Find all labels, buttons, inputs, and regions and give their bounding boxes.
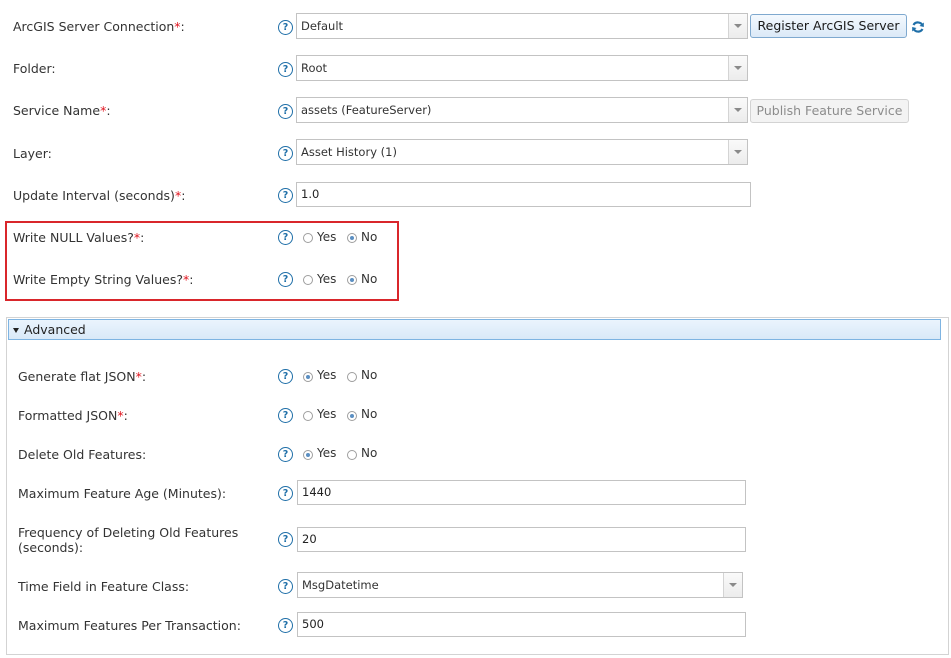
publish-feature-service-button[interactable]: Publish Feature Service	[750, 99, 909, 123]
register-arcgis-server-button[interactable]: Register ArcGIS Server	[750, 14, 907, 38]
max-per-transaction-input[interactable]: 500	[297, 612, 746, 637]
flat-json-no-radio[interactable]	[347, 372, 357, 382]
write-empty-yes-label: Yes	[317, 272, 337, 286]
folder-select[interactable]: Root	[296, 55, 748, 81]
layer-select[interactable]: Asset History (1)	[296, 139, 748, 165]
help-icon[interactable]: ?	[278, 20, 293, 35]
write-null-label: Write NULL Values?*:	[13, 230, 145, 245]
write-empty-no-radio[interactable]	[347, 275, 357, 285]
refresh-icon[interactable]	[911, 20, 925, 34]
formatted-json-label: Formatted JSON*:	[18, 408, 128, 423]
formatted-json-yes-label: Yes	[317, 407, 337, 421]
help-icon[interactable]: ?	[278, 579, 293, 594]
help-icon[interactable]: ?	[278, 62, 293, 77]
flat-json-yes-label: Yes	[317, 368, 337, 382]
update-interval-label: Update Interval (seconds)*:	[13, 188, 186, 203]
help-icon[interactable]: ?	[278, 272, 293, 287]
delete-old-yes-radio[interactable]	[303, 450, 313, 460]
advanced-section-header[interactable]: Advanced	[8, 319, 941, 340]
write-null-yes-radio[interactable]	[303, 233, 313, 243]
advanced-title: Advanced	[24, 322, 86, 337]
help-icon[interactable]: ?	[278, 146, 293, 161]
time-field-label: Time Field in Feature Class:	[18, 579, 190, 594]
help-icon[interactable]: ?	[278, 618, 293, 633]
formatted-json-yes-radio[interactable]	[303, 411, 313, 421]
time-field-select[interactable]: MsgDatetime	[297, 572, 743, 598]
chevron-down-icon[interactable]	[728, 140, 747, 164]
flat-json-yes-radio[interactable]	[303, 372, 313, 382]
write-null-no-radio[interactable]	[347, 233, 357, 243]
chevron-down-icon[interactable]	[728, 14, 747, 38]
help-icon[interactable]: ?	[278, 408, 293, 423]
help-icon[interactable]: ?	[278, 486, 293, 501]
write-empty-no-label: No	[361, 272, 378, 286]
folder-label: Folder:	[13, 61, 56, 76]
formatted-json-no-label: No	[361, 407, 378, 421]
delete-frequency-label-line1: Frequency of Deleting Old Features	[18, 525, 239, 540]
help-icon[interactable]: ?	[278, 104, 293, 119]
help-icon[interactable]: ?	[278, 188, 293, 203]
server-connection-select[interactable]: Default	[296, 13, 748, 39]
help-icon[interactable]: ?	[278, 369, 293, 384]
write-null-no-label: No	[361, 230, 378, 244]
chevron-down-icon[interactable]	[728, 56, 747, 80]
chevron-down-icon[interactable]	[728, 98, 747, 122]
flat-json-label: Generate flat JSON*:	[18, 369, 147, 384]
delete-frequency-label-line2: (seconds):	[18, 540, 84, 555]
formatted-json-no-radio[interactable]	[347, 411, 357, 421]
help-icon[interactable]: ?	[278, 532, 293, 547]
write-empty-label: Write Empty String Values?*:	[13, 272, 194, 287]
update-interval-input[interactable]: 1.0	[296, 182, 751, 207]
server-connection-label: ArcGIS Server Connection*:	[13, 19, 185, 34]
help-icon[interactable]: ?	[278, 447, 293, 462]
delete-old-yes-label: Yes	[317, 446, 337, 460]
delete-old-label: Delete Old Features:	[18, 447, 147, 462]
triangle-down-icon	[13, 328, 19, 333]
max-age-input[interactable]: 1440	[297, 480, 746, 505]
help-icon[interactable]: ?	[278, 230, 293, 245]
delete-old-no-radio[interactable]	[347, 450, 357, 460]
flat-json-no-label: No	[361, 368, 378, 382]
delete-frequency-input[interactable]: 20	[297, 527, 746, 552]
write-null-yes-label: Yes	[317, 230, 337, 244]
max-age-label: Maximum Feature Age (Minutes):	[18, 486, 227, 501]
chevron-down-icon[interactable]	[723, 573, 742, 597]
layer-label: Layer:	[13, 146, 52, 161]
service-name-label: Service Name*:	[13, 103, 111, 118]
delete-old-no-label: No	[361, 446, 378, 460]
max-per-transaction-label: Maximum Features Per Transaction:	[18, 618, 241, 633]
service-name-select[interactable]: assets (FeatureServer)	[296, 97, 748, 123]
write-empty-yes-radio[interactable]	[303, 275, 313, 285]
